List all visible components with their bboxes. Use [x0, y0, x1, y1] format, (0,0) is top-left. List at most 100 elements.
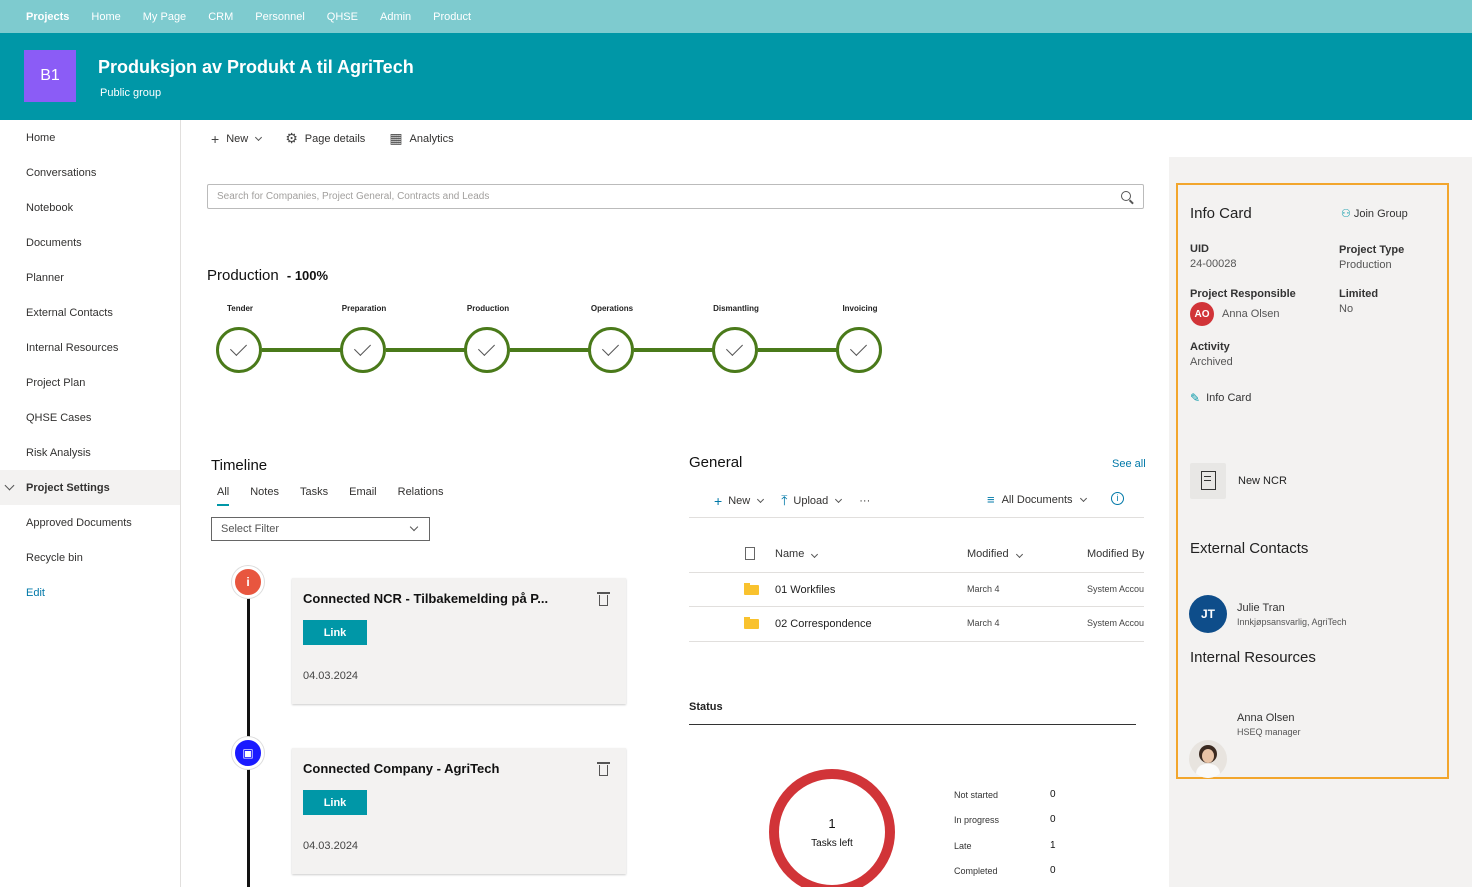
sidebar-item-label: Risk Analysis: [26, 446, 91, 459]
library-new-button[interactable]: + New: [714, 492, 765, 509]
sidebar-item-notebook[interactable]: Notebook: [0, 190, 180, 225]
stage-dismantling-check-icon[interactable]: [712, 327, 758, 373]
view-switcher[interactable]: ≡ All Documents: [987, 492, 1087, 507]
sidebar-item-project-settings[interactable]: Project Settings: [0, 470, 180, 505]
plus-icon: +: [714, 492, 723, 509]
new-ncr-link[interactable]: New NCR: [1238, 475, 1287, 487]
external-contact-role: Innkjøpsansvarlig, AgriTech: [1237, 617, 1347, 627]
nav-admin[interactable]: Admin: [380, 11, 411, 23]
document-name-link[interactable]: 01 Workfiles: [775, 584, 835, 596]
command-bar: + New ⚙ Page details ▦ Analytics: [211, 130, 478, 147]
join-group-button[interactable]: ⚇ Join Group: [1341, 207, 1408, 221]
internal-resource-name[interactable]: Anna Olsen: [1237, 712, 1294, 724]
divider: [689, 572, 1144, 573]
site-subtitle: Public group: [100, 87, 162, 99]
stage-operations-check-icon[interactable]: [588, 327, 634, 373]
sidebar-item-label: Home: [26, 131, 56, 144]
stage-label-operations: Operations: [590, 304, 634, 313]
internal-resources-title: Internal Resources: [1190, 649, 1316, 666]
trash-icon[interactable]: [597, 592, 610, 606]
nav-personnel[interactable]: Personnel: [255, 11, 305, 23]
edit-info-card-link[interactable]: ✎ Info Card: [1190, 391, 1251, 405]
column-header-name[interactable]: Name: [775, 548, 819, 560]
search-input[interactable]: Search for Companies, Project General, C…: [207, 184, 1144, 209]
project-responsible-name[interactable]: Anna Olsen: [1222, 308, 1279, 320]
sidebar-item-approved-documents[interactable]: Approved Documents: [0, 505, 180, 540]
activity-value: Archived: [1190, 356, 1233, 368]
nav-projects[interactable]: Projects: [26, 11, 69, 23]
timeline-card: Connected NCR - Tilbakemelding på P... L…: [292, 578, 626, 704]
sidebar-item-recycle-bin[interactable]: Recycle bin: [0, 540, 180, 575]
sidebar-item-project-plan[interactable]: Project Plan: [0, 365, 180, 400]
tab-email[interactable]: Email: [349, 486, 377, 506]
avatar[interactable]: [1189, 740, 1227, 778]
sidebar-item-risk-analysis[interactable]: Risk Analysis: [0, 435, 180, 470]
sidebar-item-planner[interactable]: Planner: [0, 260, 180, 295]
production-percent: - 100%: [286, 268, 329, 283]
column-header-modified-by[interactable]: Modified By: [1087, 548, 1144, 560]
stage-connector: [262, 348, 342, 352]
document-name-link[interactable]: 02 Correspondence: [775, 618, 872, 630]
avatar[interactable]: JT: [1189, 595, 1227, 633]
avatar[interactable]: AO: [1190, 302, 1214, 326]
sidebar-edit-link[interactable]: Edit: [0, 575, 180, 610]
stage-production-check-icon[interactable]: [464, 327, 510, 373]
tab-tasks[interactable]: Tasks: [300, 486, 328, 506]
analytics-button[interactable]: ▦ Analytics: [389, 130, 453, 147]
sidebar-item-documents[interactable]: Documents: [0, 225, 180, 260]
trash-icon[interactable]: [597, 762, 610, 776]
link-button[interactable]: Link: [303, 790, 367, 815]
search-icon[interactable]: [1121, 191, 1131, 201]
ncr-form-icon[interactable]: [1190, 463, 1226, 499]
nav-qhse[interactable]: QHSE: [327, 11, 358, 23]
sidebar-item-external-contacts[interactable]: External Contacts: [0, 295, 180, 330]
top-nav: Projects Home My Page CRM Personnel QHSE…: [0, 0, 1472, 33]
chevron-down-icon[interactable]: [4, 480, 15, 491]
upload-button[interactable]: ⤒ Upload: [781, 492, 843, 509]
sidebar-item-label: Internal Resources: [26, 341, 119, 354]
stage-connector: [758, 348, 838, 352]
timeline-card-title: Connected NCR - Tilbakemelding på P...: [303, 591, 549, 606]
sidebar-item-home[interactable]: Home: [0, 120, 180, 155]
nav-product[interactable]: Product: [433, 11, 471, 23]
sidebar-item-label: External Contacts: [26, 306, 113, 319]
view-label: All Documents: [1001, 493, 1073, 506]
timeline-card: Connected Company - AgriTech Link 04.03.…: [292, 748, 626, 874]
timeline-card-date: 04.03.2024: [303, 670, 359, 682]
page-details-button[interactable]: ⚙ Page details: [285, 130, 365, 147]
sidebar-item-internal-resources[interactable]: Internal Resources: [0, 330, 180, 365]
new-button[interactable]: + New: [211, 131, 263, 147]
stage-tender-check-icon[interactable]: [216, 327, 262, 373]
document-modified: March 4: [967, 584, 1000, 594]
sidebar-item-qhse-cases[interactable]: QHSE Cases: [0, 400, 180, 435]
avatar-face: [1202, 749, 1214, 763]
timeline-filter-select[interactable]: Select Filter: [211, 517, 430, 541]
see-all-link[interactable]: See all: [1112, 458, 1146, 470]
site-title[interactable]: Produksjon av Produkt A til AgriTech: [98, 57, 414, 78]
column-header-modified[interactable]: Modified: [967, 548, 1023, 560]
timeline-title: Timeline: [211, 457, 268, 474]
nav-crm[interactable]: CRM: [208, 11, 233, 23]
sidebar-item-conversations[interactable]: Conversations: [0, 155, 180, 190]
limited-label: Limited: [1339, 288, 1379, 300]
site-logo[interactable]: B1: [24, 50, 76, 102]
timeline-card-title: Connected Company - AgriTech: [303, 761, 500, 776]
stage-preparation-check-icon[interactable]: [340, 327, 386, 373]
nav-my-page[interactable]: My Page: [143, 11, 186, 23]
more-options-button[interactable]: ···: [859, 495, 870, 507]
nav-home[interactable]: Home: [91, 11, 120, 23]
external-contact-name[interactable]: Julie Tran: [1237, 602, 1285, 614]
link-button[interactable]: Link: [303, 620, 367, 645]
stage-connector: [510, 348, 590, 352]
more-icon: ···: [859, 494, 871, 507]
info-icon[interactable]: i: [1111, 492, 1124, 505]
tab-notes[interactable]: Notes: [250, 486, 279, 506]
external-contacts-title: External Contacts: [1190, 540, 1309, 557]
tab-all[interactable]: All: [217, 486, 230, 506]
stage-invoicing-check-icon[interactable]: [836, 327, 882, 373]
timeline-card-date: 04.03.2024: [303, 840, 359, 852]
sidebar-item-label: Planner: [26, 271, 64, 284]
tab-relations[interactable]: Relations: [398, 486, 444, 506]
project-responsible-label: Project Responsible: [1190, 288, 1296, 300]
column-modified-label: Modified: [967, 548, 1009, 560]
